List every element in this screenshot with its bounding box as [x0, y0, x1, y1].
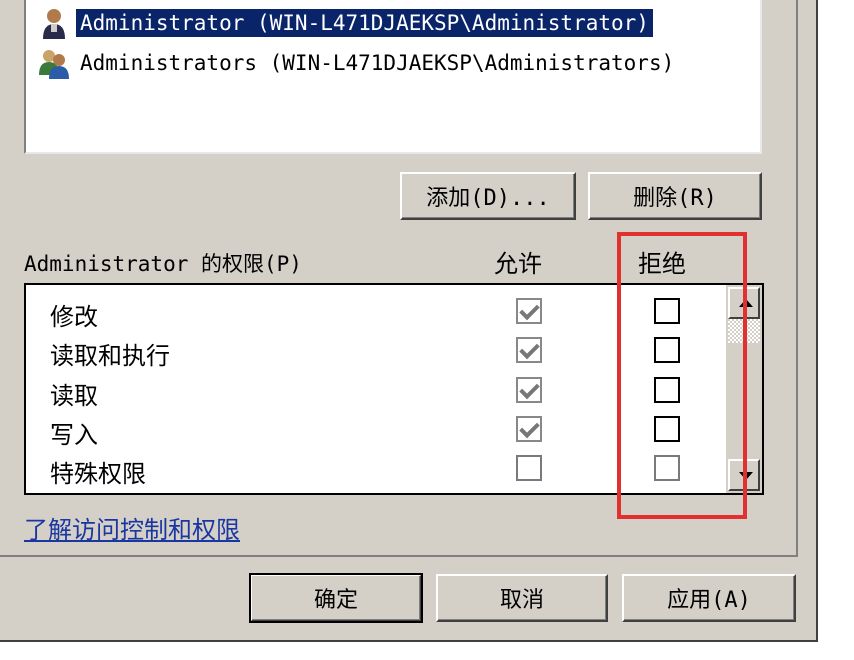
allow-checkbox [516, 337, 542, 363]
permission-name: 特殊权限 [50, 460, 146, 488]
permission-name: 读取 [50, 382, 98, 410]
cancel-button[interactable]: 取消 [436, 574, 608, 622]
allow-column-header: 允许 [494, 250, 542, 278]
permissions-label: Administrator 的权限(P) [24, 252, 302, 276]
access-control-help-link[interactable]: 了解访问控制和权限 [24, 510, 240, 545]
remove-button[interactable]: 删除(R) [588, 172, 762, 220]
user-list-item-administrator[interactable]: Administrator (WIN-L471DJAEKSP\Administr… [38, 4, 654, 42]
allow-checkbox [516, 377, 542, 403]
users-group-icon [39, 50, 69, 79]
permissions-dialog: Administrator (WIN-L471DJAEKSP\Administr… [0, 0, 818, 642]
allow-checkbox [516, 455, 542, 481]
ok-button[interactable]: 确定 [249, 573, 423, 623]
permission-name: 写入 [50, 421, 98, 449]
permission-name: 读取和执行 [50, 342, 170, 370]
allow-checkbox [516, 416, 542, 442]
security-tab-panel: Administrator (WIN-L471DJAEKSP\Administr… [0, 0, 798, 557]
deny-column-highlight [617, 232, 747, 519]
apply-button[interactable]: 应用(A) [622, 574, 796, 622]
user-icon [43, 9, 65, 39]
user-name: Administrator (WIN-L471DJAEKSP\Administr… [75, 8, 654, 38]
user-name: Administrators (WIN-L471DJAEKSP\Administ… [80, 51, 675, 75]
user-list-item-administrators[interactable]: Administrators (WIN-L471DJAEKSP\Administ… [38, 44, 678, 82]
add-button[interactable]: 添加(D)... [400, 172, 576, 220]
permission-name: 修改 [50, 303, 98, 331]
group-user-list[interactable]: Administrator (WIN-L471DJAEKSP\Administr… [24, 0, 762, 154]
allow-checkbox [516, 298, 542, 324]
